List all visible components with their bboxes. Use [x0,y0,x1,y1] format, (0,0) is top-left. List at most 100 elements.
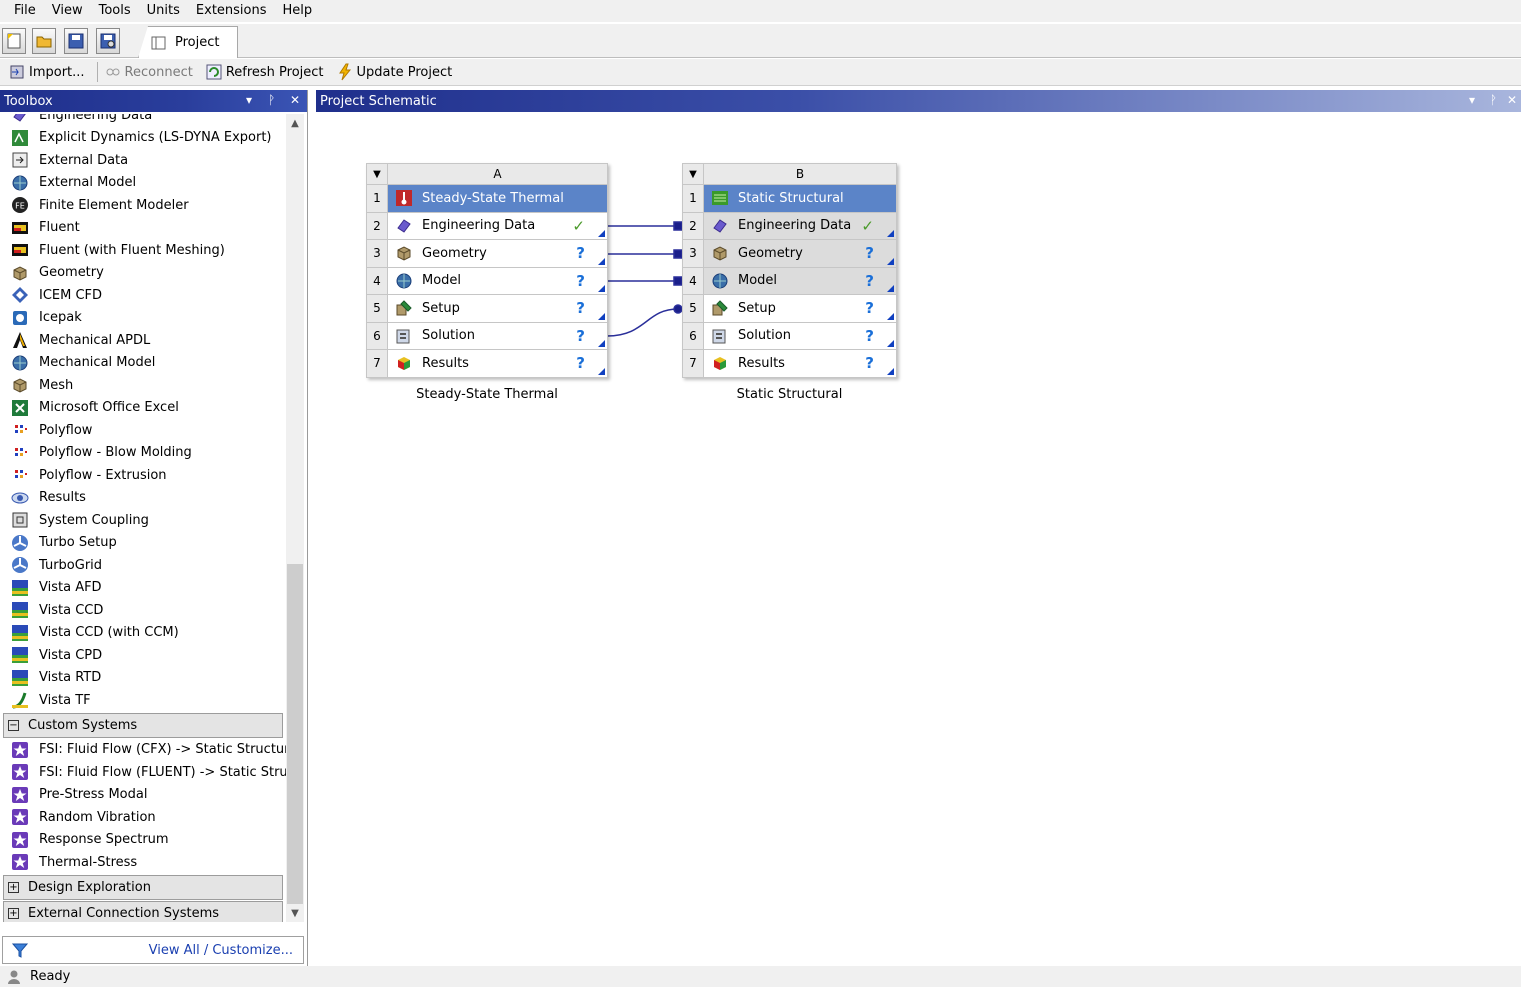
custom-system-item[interactable]: Random Vibration [0,806,286,829]
refresh-project-button[interactable]: Refresh Project [205,63,324,81]
toolbox-item[interactable]: FE Finite Element Modeler [0,194,286,217]
system-dropdown-icon[interactable]: ▼ [366,163,388,185]
scroll-down-icon[interactable]: ▼ [286,904,304,922]
system-dropdown-icon[interactable]: ▼ [682,163,704,185]
toolbox-item[interactable]: System Coupling [0,509,286,532]
menu-file[interactable]: File [6,2,44,20]
toolbox-item[interactable]: External Model [0,172,286,195]
system-a-caption[interactable]: Steady-State Thermal [366,387,608,402]
cell-content[interactable]: Engineering Data ✓ [388,212,608,240]
toolbox-item[interactable]: Fluent (with Fluent Meshing) [0,239,286,262]
schematic-cell[interactable]: 5 Setup? [682,295,897,323]
toolbox-item[interactable]: Vista AFD [0,577,286,600]
cell-content[interactable]: Geometry? [388,240,608,268]
schematic-cell[interactable]: 7 Results? [366,350,608,378]
schematic-cell[interactable]: 3 Geometry? [682,240,897,268]
custom-system-item[interactable]: FSI: Fluid Flow (FLUENT) -> Static Stru [0,761,286,784]
cell-content[interactable]: Steady-State Thermal [388,185,608,213]
new-project-button[interactable] [2,28,26,54]
save-as-button[interactable] [96,28,120,54]
toolbox-item[interactable]: Vista RTD [0,667,286,690]
schematic-cell[interactable]: 4 Model? [366,267,608,295]
system-a[interactable]: ▼ A 1 Steady-State Thermal 2 Engineering Da… [366,163,608,378]
close-icon[interactable]: ✕ [290,93,300,107]
toolbox-item[interactable]: Vista CCD (with CCM) [0,622,286,645]
toolbox-item[interactable]: Explicit Dynamics (LS-DYNA Export) [0,127,286,150]
schematic-cell[interactable]: 2 Engineering Data ✓ [366,212,608,240]
pin-icon[interactable]: ᚹ [268,93,275,107]
menu-help[interactable]: Help [275,2,321,20]
menu-tools[interactable]: Tools [91,2,139,20]
menu-view[interactable]: View [44,2,91,20]
schematic-cell[interactable]: 1 Steady-State Thermal [366,185,608,213]
cell-content[interactable]: Setup? [388,295,608,323]
scrollbar-thumb[interactable] [287,564,303,904]
toolbox-item[interactable]: Vista CPD [0,644,286,667]
save-button[interactable] [64,28,88,54]
toolbox-item[interactable]: Microsoft Office Excel [0,397,286,420]
toolbox-item[interactable]: Vista CCD [0,599,286,622]
panel-dropdown-icon[interactable]: ▾ [1469,93,1475,107]
open-button[interactable] [32,28,56,54]
import-button[interactable]: Import... [8,63,85,81]
reconnect-button[interactable]: Reconnect [104,63,193,81]
toolbox-item[interactable]: Geometry [0,262,286,285]
toolbox-item[interactable]: Mechanical Model [0,352,286,375]
toolbox-item[interactable]: External Data [0,149,286,172]
scroll-up-icon[interactable]: ▲ [286,114,304,132]
cell-content[interactable]: Model? [704,267,897,295]
toolbox-item[interactable]: Icepak [0,307,286,330]
toolbox-item[interactable]: TurboGrid [0,554,286,577]
cell-content[interactable]: Solution? [704,322,897,350]
group-design-exploration[interactable]: + Design Exploration [3,874,283,900]
toolbox-item[interactable]: Fluent [0,217,286,240]
toolbox-scrollbar[interactable]: ▲ ▼ [286,114,304,922]
fe-modeler-icon: FE [10,196,30,214]
cell-content[interactable]: Setup? [704,295,897,323]
cell-content[interactable]: Model? [388,267,608,295]
cell-content[interactable]: Solution? [388,322,608,350]
schematic-cell[interactable]: 4 Model? [682,267,897,295]
pin-icon[interactable]: ᚹ [1490,93,1497,107]
schematic-cell[interactable]: 6 Solution? [682,322,897,350]
view-all-customize-link[interactable]: View All / Customize... [149,943,293,958]
cell-content[interactable]: Geometry? [704,240,897,268]
toolbox-item[interactable]: Polyflow - Blow Molding [0,442,286,465]
cell-content[interactable]: Static Structural [704,185,897,213]
filter-icon[interactable] [11,941,29,959]
panel-dropdown-icon[interactable]: ▾ [246,93,252,107]
schematic-cell[interactable]: 5 Setup? [366,295,608,323]
toolbox-item[interactable]: Vista TF [0,689,286,712]
schematic-cell[interactable]: 2 Engineering Data ✓ [682,212,897,240]
row-number: 2 [366,212,388,240]
toolbox-item[interactable]: Results [0,487,286,510]
system-b-caption[interactable]: Static Structural [682,387,897,402]
menu-extensions[interactable]: Extensions [188,2,275,20]
toolbox-item[interactable]: Mesh [0,374,286,397]
custom-system-item[interactable]: FSI: Fluid Flow (CFX) -> Static Structur [0,739,286,762]
cell-content[interactable]: Engineering Data ✓ [704,212,897,240]
toolbox-item[interactable]: Engineering Data [0,114,286,127]
toolbox-item[interactable]: Turbo Setup [0,532,286,555]
system-b[interactable]: ▼ B 1 Static Structural 2 Engineering Data ✓… [682,163,897,378]
expand-icon: + [8,881,19,893]
group-custom-systems[interactable]: − Custom Systems [3,712,283,738]
custom-system-item[interactable]: Response Spectrum [0,829,286,852]
schematic-cell[interactable]: 3 Geometry? [366,240,608,268]
cell-content[interactable]: Results? [704,350,897,378]
custom-system-item[interactable]: Pre-Stress Modal [0,784,286,807]
schematic-cell[interactable]: 6 Solution? [366,322,608,350]
tab-project[interactable]: Project [138,26,238,58]
toolbox-item[interactable]: Polyflow - Extrusion [0,464,286,487]
schematic-cell[interactable]: 1 Static Structural [682,185,897,213]
cell-content[interactable]: Results? [388,350,608,378]
close-icon[interactable]: ✕ [1507,93,1517,107]
update-project-button[interactable]: Update Project [336,63,452,81]
custom-system-item[interactable]: Thermal-Stress [0,851,286,874]
schematic-cell[interactable]: 7 Results? [682,350,897,378]
toolbox-item[interactable]: Mechanical APDL [0,329,286,352]
toolbox-item[interactable]: Polyflow [0,419,286,442]
group-external-connection[interactable]: + External Connection Systems [3,900,283,922]
toolbox-item[interactable]: ICEM CFD [0,284,286,307]
menu-units[interactable]: Units [139,2,188,20]
